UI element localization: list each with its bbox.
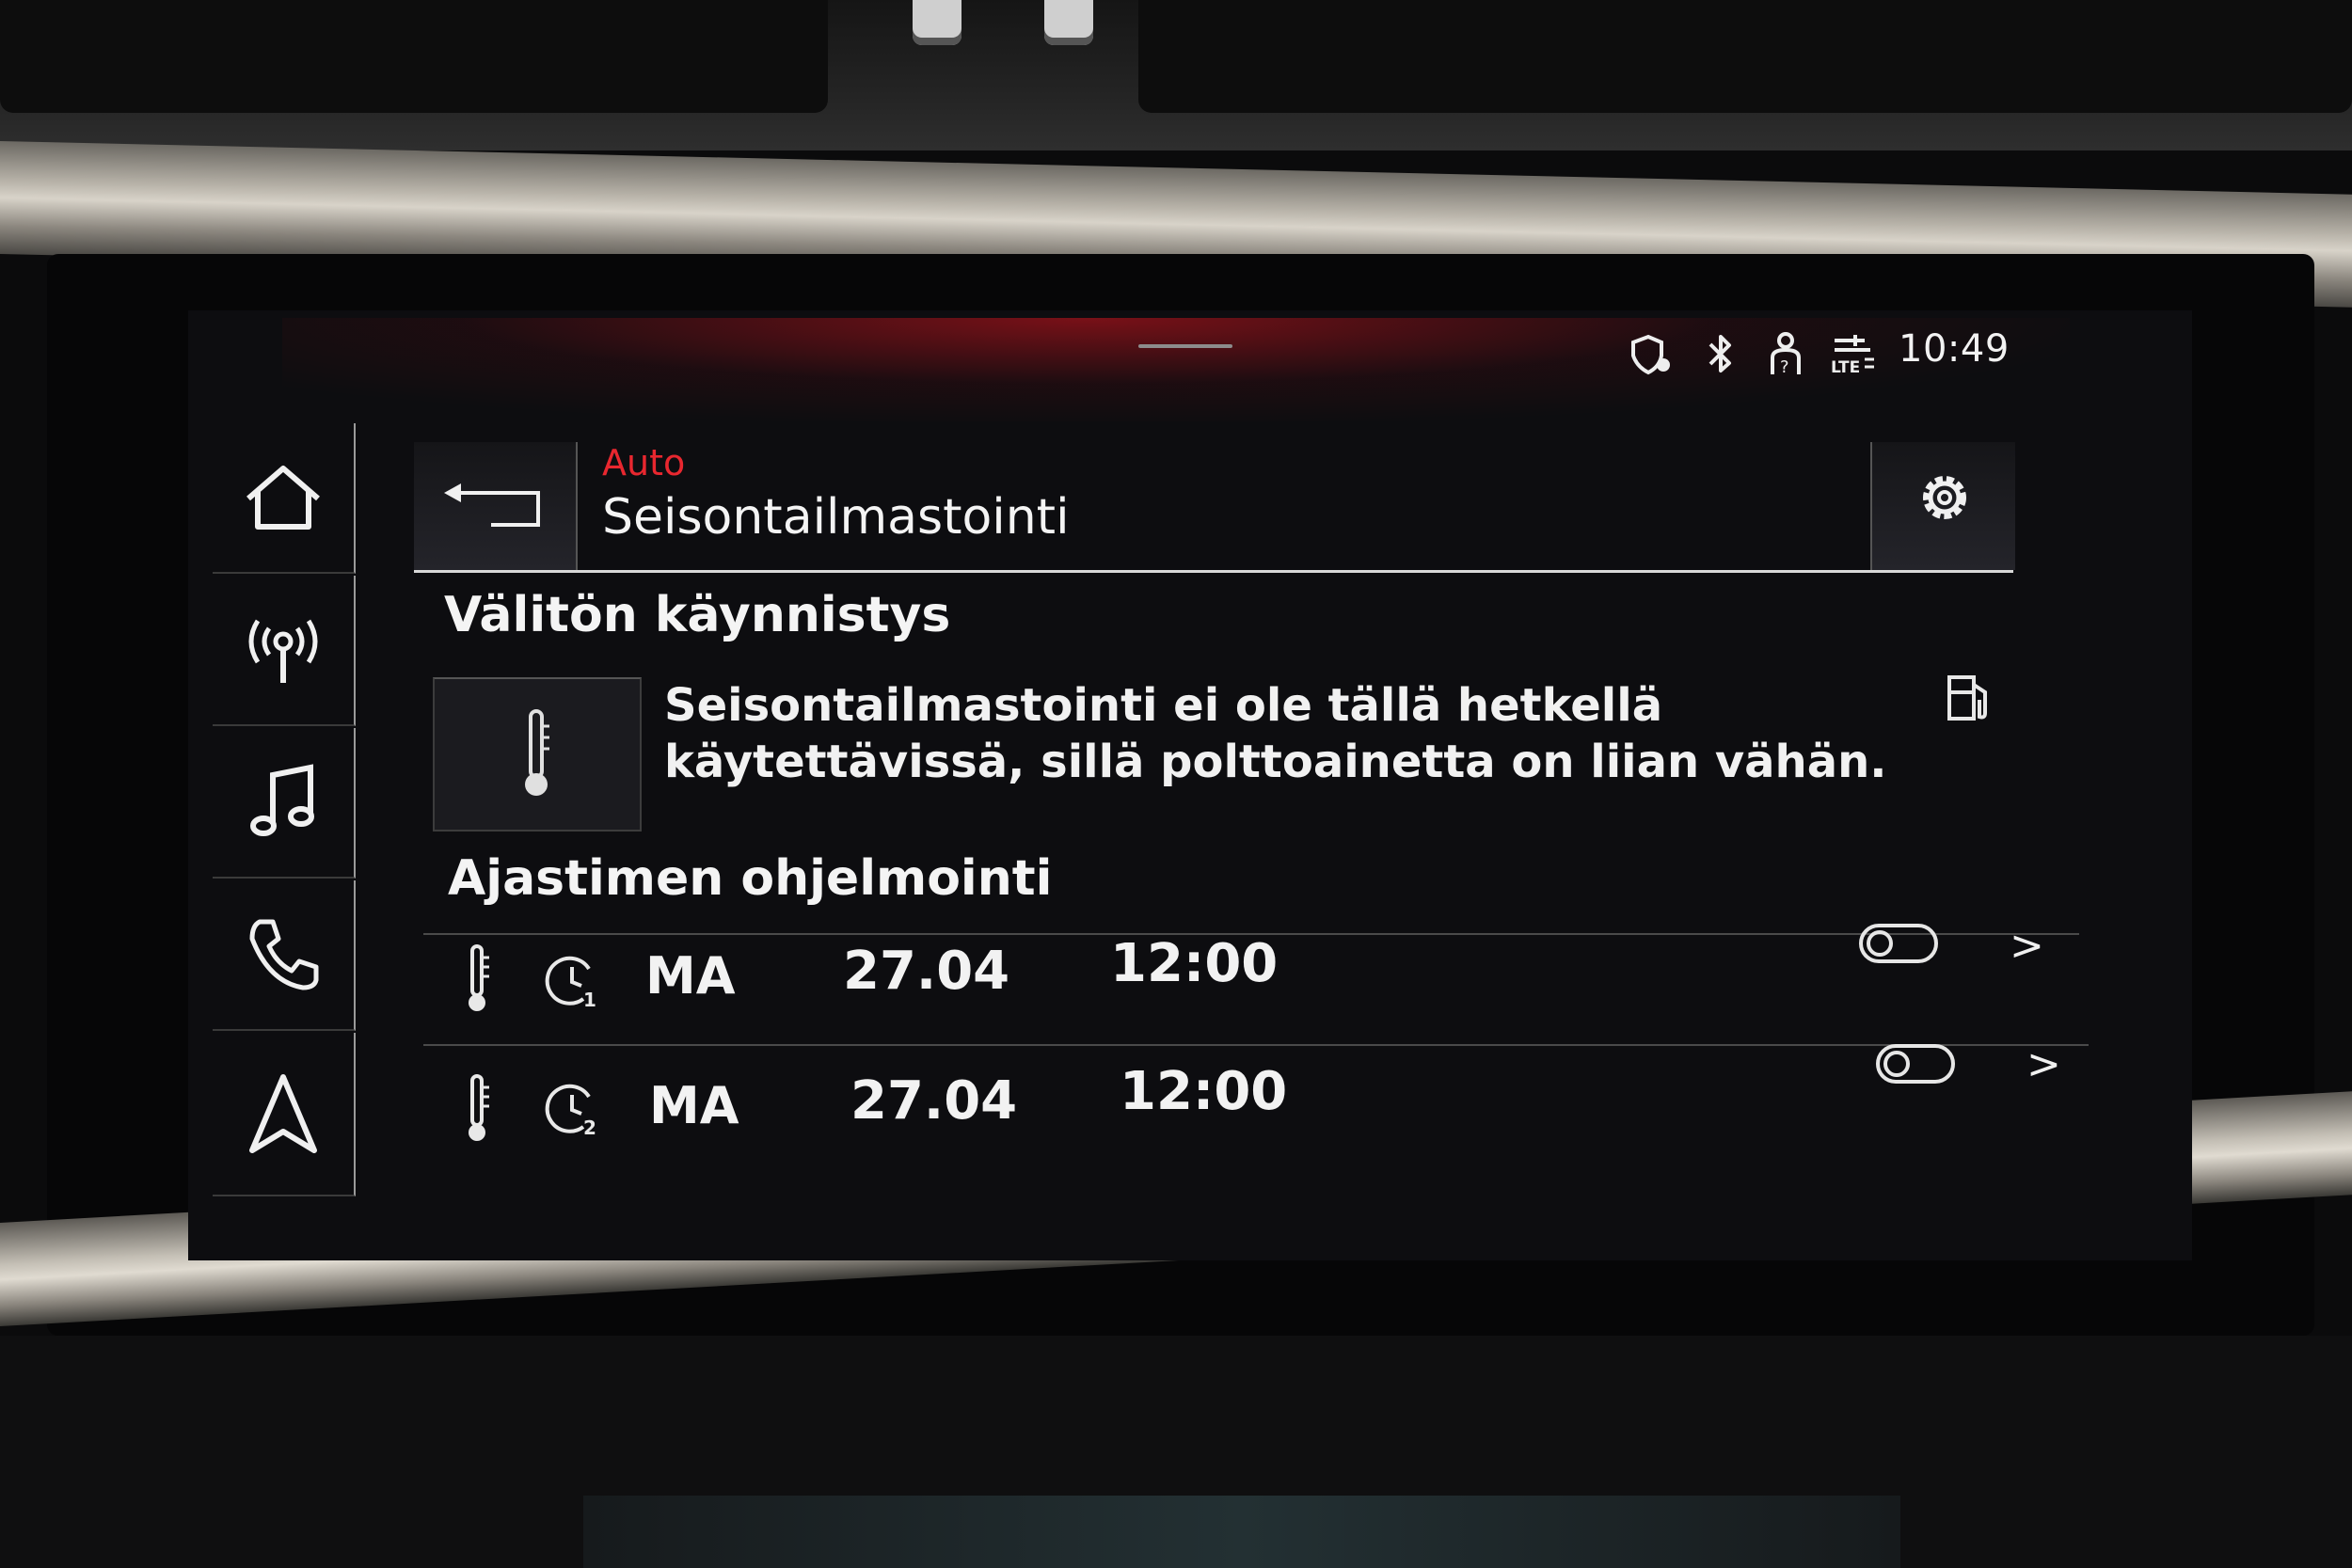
timer-row-2[interactable]: 2 MA 27.04 12:00 > [423, 1035, 2089, 1155]
pull-down-handle[interactable] [1138, 344, 1232, 348]
music-note-icon [250, 764, 314, 836]
navigation-arrow-icon [249, 1074, 317, 1153]
chevron-right-icon[interactable]: > [2026, 1040, 2061, 1088]
nav-radio[interactable] [213, 576, 356, 726]
person-info-icon: ? [1771, 332, 1801, 377]
gear-icon [1923, 476, 1966, 519]
immediate-start-tile[interactable] [433, 677, 642, 832]
thermometer-icon [469, 1074, 489, 1141]
toggle-knob [1867, 930, 1893, 957]
section-title-immediate-start: Välitön käynnistys [444, 587, 951, 643]
chevron-right-icon[interactable]: > [2010, 922, 2044, 970]
thermometer-icon [525, 709, 549, 796]
timer-time: 12:00 [1110, 933, 1279, 994]
air-vent-left [0, 0, 828, 113]
timer-row-1[interactable]: 1 MA 27.04 12:00 > [423, 912, 2089, 1033]
dashboard-top [0, 0, 2352, 150]
message-line: Seisontailmastointi ei ole tällä hetkell… [664, 679, 1663, 732]
timer-number: 2 [583, 1117, 596, 1136]
back-arrow-icon [444, 483, 540, 527]
lower-display-strip [583, 1496, 1900, 1568]
air-vent-right [1138, 0, 2352, 113]
timer-clock-icon: 2 [545, 1084, 596, 1136]
nav-phone[interactable] [213, 880, 356, 1031]
phone-icon [249, 919, 319, 990]
nav-home[interactable] [213, 423, 356, 574]
toggle-knob [1883, 1051, 1910, 1077]
timer-date: 27.04 [850, 1070, 1018, 1132]
timer-toggle[interactable] [1876, 1044, 1955, 1084]
bluetooth-icon [1708, 335, 1731, 372]
radio-antenna-icon [248, 619, 318, 683]
timer-number: 1 [583, 989, 596, 1008]
timer-day: MA [645, 946, 736, 1006]
breadcrumb[interactable]: Auto [602, 442, 685, 483]
page-title: Seisontailmastointi [602, 489, 1070, 546]
fuel-pump-icon [1947, 675, 1987, 721]
lte-signal-icon: LTE [1831, 335, 1874, 377]
settings-button[interactable] [1870, 442, 2015, 570]
timer-date: 27.04 [843, 941, 1010, 1002]
timer-day: MA [649, 1076, 739, 1135]
svg-text:LTE: LTE [1831, 358, 1860, 377]
section-title-timer-programming: Ajastimen ohjelmointi [448, 850, 1053, 907]
security-map-icon [1631, 334, 1670, 375]
nav-media[interactable] [213, 728, 356, 879]
vent-control-knob [1044, 0, 1093, 45]
back-button[interactable] [414, 442, 578, 570]
home-icon [246, 466, 320, 530]
nav-navigation[interactable] [213, 1033, 356, 1196]
thermometer-icon [469, 944, 489, 1011]
unavailable-message: Seisontailmastointi ei ole tällä hetkell… [664, 677, 1887, 790]
timer-toggle[interactable] [1859, 924, 1938, 963]
svg-text:?: ? [1780, 357, 1789, 377]
page-header: Auto Seisontailmastointi [414, 442, 2015, 573]
timer-time: 12:00 [1120, 1061, 1288, 1122]
message-line: käytettävissä, sillä polttoainetta on li… [664, 736, 1887, 788]
vent-control-knob [913, 0, 961, 45]
clock: 10:49 [1899, 327, 2010, 371]
timer-clock-icon: 1 [545, 956, 596, 1008]
